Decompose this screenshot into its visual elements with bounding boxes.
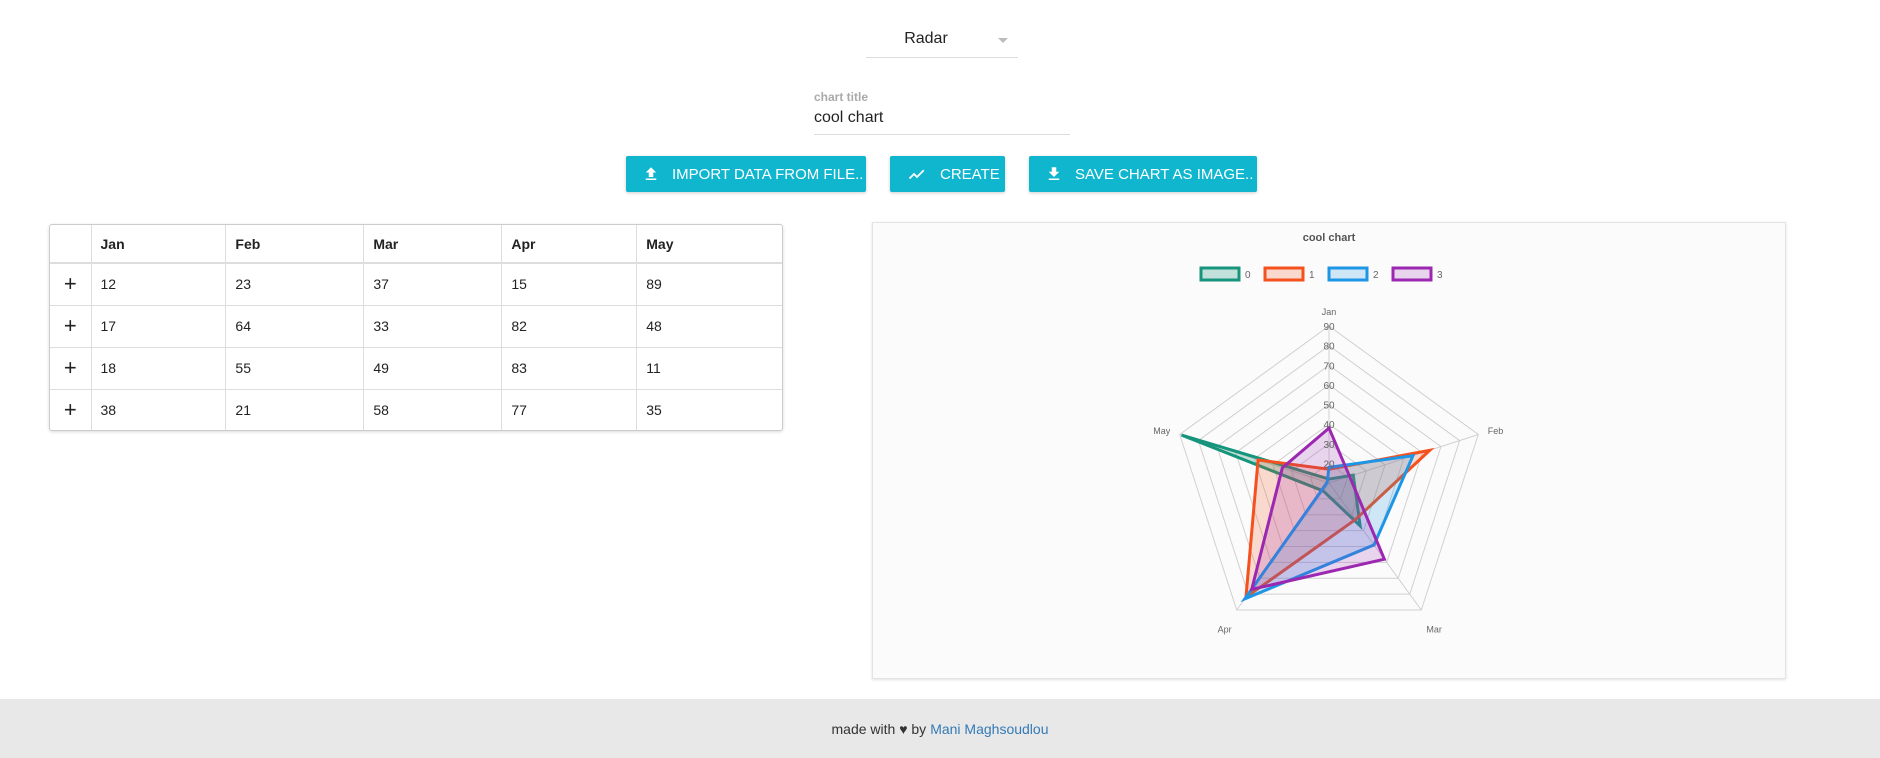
add-row-icon[interactable]: + xyxy=(50,347,92,390)
table-cell[interactable]: 49 xyxy=(363,347,503,390)
radar-chart-card: cool chart 0 1 2 3 20 30 40 50 60 70 80 90 Jan Feb Mar A… xyxy=(872,222,1786,679)
table-row: + 12 23 37 15 89 xyxy=(50,263,782,306)
add-row-icon[interactable]: + xyxy=(50,263,92,306)
legend-swatch-3 xyxy=(1391,266,1433,282)
table-cell[interactable]: 17 xyxy=(91,305,227,348)
r-tick-label-30: 30 xyxy=(1323,440,1335,451)
table-cell[interactable]: 18 xyxy=(91,347,227,390)
chart-type-value: Radar xyxy=(904,30,948,47)
table-cell[interactable]: 83 xyxy=(501,347,638,390)
r-tick-label-40: 40 xyxy=(1323,420,1335,431)
line-chart-icon xyxy=(908,169,925,180)
chart-title-field[interactable]: chart title xyxy=(814,90,1070,135)
chevron-down-icon[interactable] xyxy=(998,38,1008,43)
table-cell[interactable]: 33 xyxy=(363,305,503,348)
table-cell[interactable]: 37 xyxy=(363,263,503,306)
download-icon xyxy=(1048,167,1060,180)
table-cell[interactable]: 35 xyxy=(637,389,782,430)
radar-chart: cool chart 0 1 2 3 20 30 40 50 60 70 80 90 Jan Feb Mar A… xyxy=(1153,232,1504,635)
series-polygon-3 xyxy=(1249,425,1387,592)
legend-label-2: 2 xyxy=(1373,270,1379,281)
table-cell[interactable]: 64 xyxy=(225,305,365,348)
r-tick-label-90: 90 xyxy=(1323,322,1335,333)
chart-type-select[interactable]: Radar xyxy=(866,24,1018,58)
data-table-card: Jan Feb Mar Apr May + 12 23 37 15 89 + 1… xyxy=(49,224,783,431)
table-cell[interactable]: 89 xyxy=(636,263,782,306)
column-header-mar[interactable]: Mar xyxy=(363,225,503,264)
footer: made with ♥ by Mani Maghsoudlou xyxy=(0,699,1880,758)
save-chart-button[interactable]: SAVE CHART AS IMAGE.. xyxy=(1029,156,1257,192)
author-link[interactable]: Mani Maghsoudlou xyxy=(930,721,1048,737)
r-tick-label-80: 80 xyxy=(1323,342,1335,353)
upload-icon xyxy=(645,167,657,180)
legend-swatch-0 xyxy=(1199,266,1241,282)
table-cell[interactable]: 15 xyxy=(501,263,638,306)
table-cell[interactable]: 21 xyxy=(225,389,365,430)
legend-label-0: 0 xyxy=(1245,270,1251,281)
chart-title-input[interactable] xyxy=(814,109,1070,127)
table-cell[interactable]: 58 xyxy=(363,389,503,430)
legend-label-1: 1 xyxy=(1309,270,1315,281)
import-data-button[interactable]: IMPORT DATA FROM FILE.. xyxy=(626,156,866,192)
import-data-label: IMPORT DATA FROM FILE.. xyxy=(672,165,864,183)
table-row: + 17 64 33 82 48 xyxy=(50,305,782,348)
category-label-may: May xyxy=(1153,426,1171,436)
r-tick-label-50: 50 xyxy=(1323,401,1335,412)
column-header-jan[interactable]: Jan xyxy=(91,225,227,264)
category-label-mar: Mar xyxy=(1426,625,1442,635)
r-tick-label-70: 70 xyxy=(1323,361,1335,372)
category-label-apr: Apr xyxy=(1218,625,1232,635)
add-row-icon[interactable]: + xyxy=(50,305,92,348)
r-tick-label-60: 60 xyxy=(1323,381,1335,392)
create-button[interactable]: CREATE xyxy=(890,156,1005,192)
table-header-row: Jan Feb Mar Apr May xyxy=(50,225,782,264)
add-row-icon[interactable]: + xyxy=(50,389,92,430)
category-label-jan: Jan xyxy=(1322,307,1337,317)
column-header-feb[interactable]: Feb xyxy=(225,225,365,264)
table-cell[interactable]: 82 xyxy=(501,305,638,348)
table-cell[interactable]: 11 xyxy=(636,347,782,390)
footer-text: made with ♥ by xyxy=(831,720,927,737)
table-cell[interactable]: 12 xyxy=(91,263,227,306)
table-cell[interactable]: 48 xyxy=(636,305,782,348)
chart-title: cool chart xyxy=(1303,232,1356,244)
legend-swatch-2 xyxy=(1327,266,1369,282)
save-chart-label: SAVE CHART AS IMAGE.. xyxy=(1075,165,1254,183)
column-header-apr[interactable]: Apr xyxy=(501,225,638,264)
data-table: Jan Feb Mar Apr May + 12 23 37 15 89 + 1… xyxy=(50,225,782,430)
r-tick-label-20: 20 xyxy=(1323,459,1335,470)
table-cell[interactable]: 77 xyxy=(501,389,638,430)
create-label: CREATE xyxy=(940,165,1000,183)
column-header-may[interactable]: May xyxy=(636,225,782,264)
legend-swatch-1 xyxy=(1263,266,1305,282)
table-cell[interactable]: 55 xyxy=(225,347,365,390)
table-row: + 18 55 49 83 11 xyxy=(50,347,782,390)
header-control-cell xyxy=(50,225,92,264)
category-label-feb: Feb xyxy=(1488,426,1504,436)
legend-label-3: 3 xyxy=(1437,270,1443,281)
chart-title-label: chart title xyxy=(814,90,869,104)
table-cell[interactable]: 38 xyxy=(91,389,227,430)
table-cell[interactable]: 23 xyxy=(225,263,365,306)
table-row: + 38 21 58 77 35 xyxy=(50,389,782,430)
